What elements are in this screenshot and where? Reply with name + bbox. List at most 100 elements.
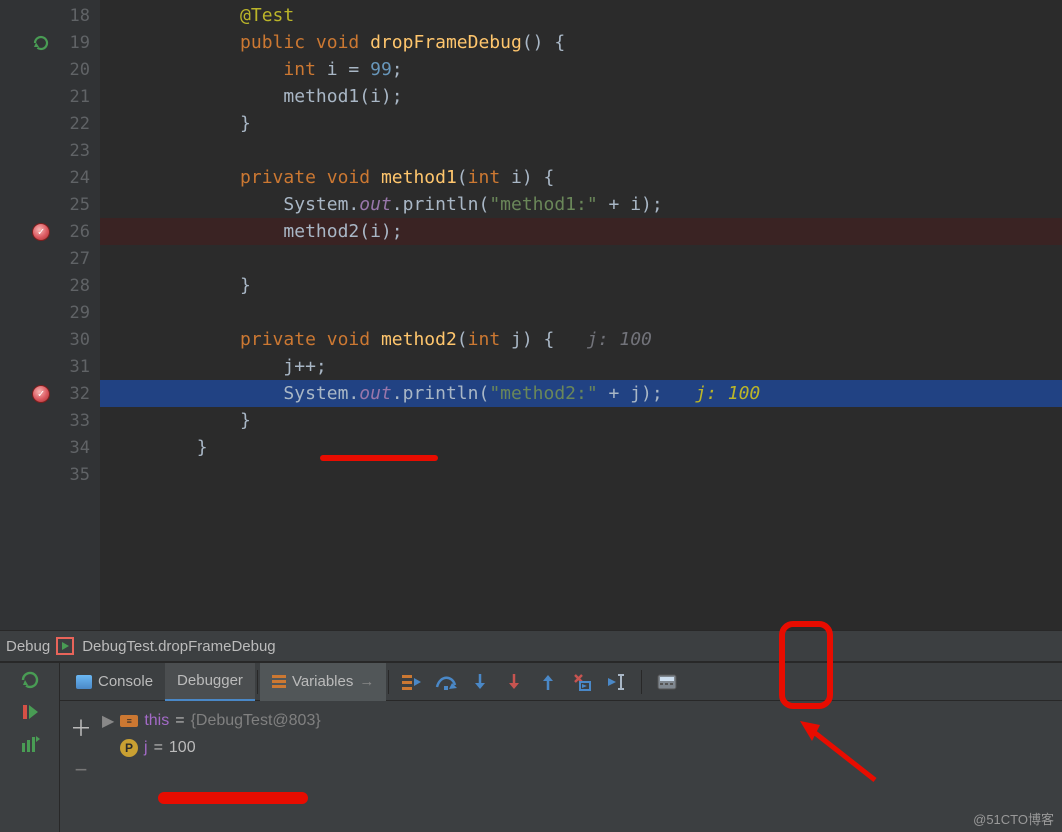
watermark: @51CTO博客 [973, 809, 1054, 828]
separator [257, 670, 258, 694]
resume-button[interactable] [19, 701, 41, 723]
show-execution-point-button[interactable] [401, 671, 423, 693]
gutter-row[interactable]: 33 [0, 407, 100, 434]
code-token: ( [457, 167, 468, 188]
gutter-row[interactable]: 20 [0, 56, 100, 83]
code-line[interactable]: } [100, 110, 1062, 137]
gutter-row[interactable]: 27 [0, 245, 100, 272]
gutter-row[interactable]: 32✓ [0, 380, 100, 407]
code-line[interactable] [100, 461, 1062, 488]
gutter-row[interactable]: 29 [0, 299, 100, 326]
code-line[interactable]: private void method2(int j) { j: 100 [100, 326, 1062, 353]
debug-config-name: DebugTest.dropFrameDebug [82, 638, 275, 655]
line-number: 26 [64, 222, 90, 242]
code-line[interactable]: } [100, 272, 1062, 299]
evaluate-expression-button[interactable] [656, 671, 678, 693]
tab-variables[interactable]: Variables → [260, 663, 386, 701]
code-line[interactable]: } [100, 407, 1062, 434]
code-token: "method2:" [489, 383, 597, 404]
code-token: } [240, 275, 251, 296]
code-line[interactable] [100, 245, 1062, 272]
editor-gutter[interactable]: 18192021222324 25 26 ✓ 27 28 29 30 3132✓333435 [0, 0, 100, 630]
code-token: j [511, 329, 522, 350]
gutter-row[interactable]: 25 [0, 191, 100, 218]
gutter-row[interactable]: 34 [0, 434, 100, 461]
code-token: @Test [240, 5, 294, 26]
code-token: } [240, 113, 251, 134]
code-token: System. [283, 383, 359, 404]
code-line[interactable]: int i = 99; [100, 56, 1062, 83]
gutter-row[interactable]: 30 [0, 326, 100, 353]
gutter-row[interactable]: 23 [0, 137, 100, 164]
tab-debugger[interactable]: Debugger [165, 663, 255, 701]
code-line[interactable] [100, 137, 1062, 164]
debug-toolbar: Console Debugger Variables → [60, 663, 1062, 701]
line-number: 28 [64, 276, 90, 296]
run-gutter-icon[interactable] [32, 34, 50, 52]
code-line[interactable]: System.out.println("method2:" + j); j: 1… [100, 380, 1062, 407]
expander-icon[interactable]: ▶ [102, 711, 114, 731]
code-line[interactable]: j++; [100, 353, 1062, 380]
console-icon [76, 675, 92, 689]
gutter-row[interactable]: 26 ✓ [0, 218, 100, 245]
variables-pane[interactable]: ＋ − ▶ ≡ this = {DebugTest@803} P j = 100 [60, 701, 1062, 832]
code-token: dropFrameDebug [370, 32, 522, 53]
breakpoint-icon[interactable]: ✓ [32, 223, 50, 241]
gutter-row[interactable]: 22 [0, 110, 100, 137]
code-token: } [240, 410, 251, 431]
code-line[interactable]: } [100, 434, 1062, 461]
code-line[interactable]: System.out.println("method1:" + i); [100, 191, 1062, 218]
debug-left-toolbar [0, 663, 60, 832]
gutter-row[interactable]: 35 [0, 461, 100, 488]
add-watch-button[interactable]: ＋ [70, 711, 92, 743]
force-step-into-button[interactable] [503, 671, 525, 693]
code-token: .println( [392, 383, 490, 404]
step-out-button[interactable] [537, 671, 559, 693]
variable-row-j[interactable]: P j = 100 [102, 739, 321, 757]
variable-name: j [144, 739, 148, 757]
code-line[interactable]: method2(i); [100, 218, 1062, 245]
step-toolbar [391, 670, 688, 694]
stop-button[interactable] [19, 733, 41, 755]
code-token: out [359, 383, 392, 404]
debug-main: Console Debugger Variables → [60, 663, 1062, 832]
code-editor[interactable]: 18192021222324 25 26 ✓ 27 28 29 30 3132✓333435 @… [0, 0, 1062, 630]
gutter-row[interactable]: 18 [0, 2, 100, 29]
run-to-cursor-button[interactable] [605, 671, 627, 693]
gutter-row[interactable]: 21 [0, 83, 100, 110]
code-token: private void [240, 167, 381, 188]
code-line[interactable]: method1(i); [100, 83, 1062, 110]
debug-tool-window-header[interactable]: Debug DebugTest.dropFrameDebug [0, 630, 1062, 662]
variables-tree[interactable]: ▶ ≡ this = {DebugTest@803} P j = 100 [102, 711, 321, 822]
gutter-row[interactable]: 28 [0, 272, 100, 299]
step-over-button[interactable] [435, 671, 457, 693]
code-token: 99 [370, 59, 392, 80]
gutter-row[interactable]: 31 [0, 353, 100, 380]
restore-layout-icon[interactable]: → [359, 673, 374, 690]
drop-frame-button[interactable] [571, 671, 593, 693]
step-into-button[interactable] [469, 671, 491, 693]
tab-debugger-label: Debugger [177, 672, 243, 689]
line-number: 29 [64, 303, 90, 323]
tab-console[interactable]: Console [64, 663, 165, 701]
code-line[interactable]: @Test [100, 2, 1062, 29]
code-token: } [197, 437, 208, 458]
this-badge-icon: ≡ [120, 715, 138, 727]
debug-panel: Console Debugger Variables → [0, 662, 1062, 832]
remove-watch-button[interactable]: − [75, 757, 88, 783]
code-line[interactable]: public void dropFrameDebug() { [100, 29, 1062, 56]
gutter-row[interactable]: 24 [0, 164, 100, 191]
line-number: 25 [64, 195, 90, 215]
rerun-button[interactable] [19, 669, 41, 691]
breakpoint-icon[interactable]: ✓ [32, 385, 50, 403]
code-line[interactable]: private void method1(int i) { [100, 164, 1062, 191]
editor-code-area[interactable]: @Test public void dropFrameDebug() { int… [100, 0, 1062, 630]
debug-header-label: Debug [6, 638, 50, 655]
code-token: + j); [598, 383, 696, 404]
code-token: + i); [598, 194, 663, 215]
line-number: 30 [64, 330, 90, 350]
code-line[interactable] [100, 299, 1062, 326]
tab-variables-label: Variables [292, 673, 353, 690]
variable-row-this[interactable]: ▶ ≡ this = {DebugTest@803} [102, 711, 321, 731]
gutter-row[interactable]: 19 [0, 29, 100, 56]
